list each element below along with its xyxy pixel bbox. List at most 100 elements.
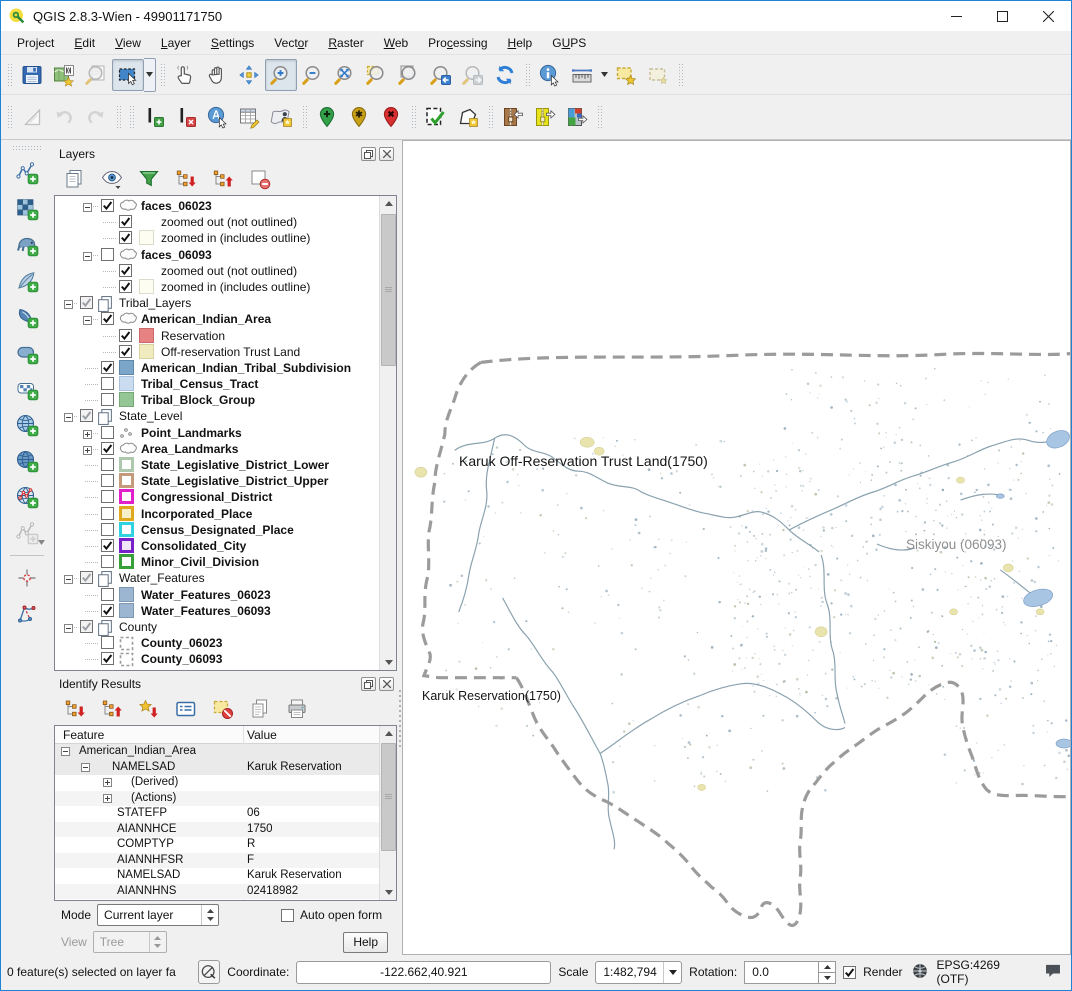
add-oracle-layer-button[interactable] xyxy=(10,335,44,371)
scrollbar-thumb[interactable] xyxy=(381,214,396,366)
collapse-icon[interactable] xyxy=(83,201,92,215)
form-view-button[interactable] xyxy=(172,695,200,723)
layer-row-county-06093[interactable]: County_06093 xyxy=(55,651,379,667)
map-notes-button[interactable] xyxy=(266,101,298,133)
scroll-down-icon[interactable] xyxy=(381,885,396,900)
layer-checkbox[interactable] xyxy=(80,409,93,422)
layers-scrollbar[interactable] xyxy=(379,196,396,670)
layer-checkbox[interactable] xyxy=(80,620,93,633)
toolbar-grip[interactable] xyxy=(524,62,531,88)
identify-row-aiannhns[interactable]: AIANNHNS02418982 xyxy=(55,884,379,900)
edit-pin-button[interactable] xyxy=(343,101,375,133)
zoom-out-button[interactable] xyxy=(297,59,329,91)
measure-line-button[interactable] xyxy=(566,59,598,91)
menu-web[interactable]: Web xyxy=(374,33,418,53)
identify-scrollbar[interactable] xyxy=(379,726,396,900)
layer-checkbox[interactable] xyxy=(101,555,114,568)
expand-new-results-button[interactable] xyxy=(135,695,163,723)
collapse-icon[interactable] xyxy=(64,411,73,425)
add-spatialite-layer-button[interactable] xyxy=(10,263,44,299)
chevron-down-icon[interactable] xyxy=(38,534,45,548)
maximize-button[interactable] xyxy=(979,1,1025,31)
render-checkbox[interactable] xyxy=(843,966,856,979)
identify-panel-float-button[interactable] xyxy=(361,677,376,691)
layer-row-zoomed-in-includes-outline-[interactable]: zoomed in (includes outline) xyxy=(55,279,379,295)
add-vector-layer-button[interactable] xyxy=(10,155,44,191)
menu-vector[interactable]: Vector xyxy=(264,33,318,53)
identify-features-button[interactable] xyxy=(534,59,566,91)
toolbar-grip[interactable] xyxy=(12,145,42,152)
stop-render-icon[interactable] xyxy=(198,960,221,984)
zoom-last-button[interactable] xyxy=(425,59,457,91)
add-wfs-layer-button[interactable] xyxy=(10,479,44,515)
topology-checker-button[interactable] xyxy=(10,596,44,632)
layer-row-water-features[interactable]: Water_Features xyxy=(55,570,379,586)
crs-label[interactable]: EPSG:4269 (OTF) xyxy=(937,958,1030,986)
identify-row--derived-[interactable]: (Derived) xyxy=(55,775,379,791)
mode-combo[interactable]: Current layer xyxy=(97,904,219,926)
scroll-up-icon[interactable] xyxy=(381,726,396,741)
layer-row-state-legislative-district-upper[interactable]: State_Legislative_District_Upper xyxy=(55,473,379,489)
add-postgis-layer-button[interactable] xyxy=(10,227,44,263)
collapse-results-button[interactable] xyxy=(98,695,126,723)
menu-settings[interactable]: Settings xyxy=(201,33,264,53)
layer-checkbox[interactable] xyxy=(101,539,114,552)
crs-globe-icon[interactable] xyxy=(910,961,930,984)
chevron-down-icon[interactable] xyxy=(598,59,610,91)
layers-panel-float-button[interactable] xyxy=(361,147,376,161)
layer-checkbox[interactable] xyxy=(101,588,114,601)
chevron-down-icon[interactable] xyxy=(144,58,156,92)
layer-checkbox[interactable] xyxy=(101,523,114,536)
check-geometry-button[interactable] xyxy=(420,101,452,133)
toolbar-grip[interactable] xyxy=(6,104,13,130)
layer-checkbox[interactable] xyxy=(101,377,114,390)
pan-to-selection-button[interactable] xyxy=(233,59,265,91)
layers-panel-close-button[interactable] xyxy=(379,147,394,161)
menu-help[interactable]: Help xyxy=(498,33,543,53)
identify-row-american-indian-area[interactable]: American_Indian_Area xyxy=(55,744,379,760)
layer-checkbox[interactable] xyxy=(119,329,132,342)
expand-results-button[interactable] xyxy=(61,695,89,723)
coordinate-input[interactable]: -122.662,40.921 xyxy=(296,961,551,984)
scroll-up-icon[interactable] xyxy=(381,196,396,211)
collapse-icon[interactable] xyxy=(61,747,70,759)
clear-results-button[interactable] xyxy=(209,695,237,723)
layer-row-zoomed-out-not-outlined-[interactable]: zoomed out (not outlined) xyxy=(55,214,379,230)
layer-row-american-indian-tribal-subdivision[interactable]: American_Indian_Tribal_Subdivision xyxy=(55,360,379,376)
save-edits-remove-button[interactable] xyxy=(170,101,202,133)
gups-import-button[interactable] xyxy=(497,101,529,133)
collapse-icon[interactable] xyxy=(83,314,92,328)
help-button[interactable]: Help xyxy=(343,932,388,953)
touch-zoom-button[interactable] xyxy=(169,59,201,91)
toolbar-grip[interactable] xyxy=(128,104,135,130)
select-features-by-area-button[interactable] xyxy=(610,59,642,91)
zoom-to-selection-button[interactable] xyxy=(361,59,393,91)
expand-all-button[interactable] xyxy=(172,165,200,193)
auto-open-form-checkbox[interactable] xyxy=(281,909,294,922)
layer-row-county-06023[interactable]: County_06023 xyxy=(55,635,379,651)
identify-row--actions-[interactable]: (Actions) xyxy=(55,791,379,807)
menu-raster[interactable]: Raster xyxy=(318,33,373,53)
attribute-table-button[interactable] xyxy=(234,101,266,133)
layer-row-area-landmarks[interactable]: Area_Landmarks xyxy=(55,441,379,457)
identify-row-statefp[interactable]: STATEFP06 xyxy=(55,806,379,822)
add-group-button[interactable] xyxy=(61,165,89,193)
layer-row-consolidated-city[interactable]: Consolidated_City xyxy=(55,538,379,554)
layer-row-zoomed-in-includes-outline-[interactable]: zoomed in (includes outline) xyxy=(55,230,379,246)
messages-bubble-icon[interactable] xyxy=(1043,962,1063,983)
add-mssql-layer-button[interactable] xyxy=(10,299,44,335)
toolbar-grip[interactable] xyxy=(115,104,122,130)
toolbar-grip[interactable] xyxy=(6,62,13,88)
layer-checkbox[interactable] xyxy=(119,280,132,293)
map-canvas[interactable]: Karuk Off-Reservation Trust Land(1750) S… xyxy=(402,140,1071,955)
layer-checkbox[interactable] xyxy=(101,604,114,617)
expand-icon[interactable] xyxy=(83,428,92,442)
add-raster-layer-button[interactable] xyxy=(10,191,44,227)
layer-checkbox[interactable] xyxy=(119,215,132,228)
collapse-icon[interactable] xyxy=(64,573,73,587)
layer-row-water-features-06023[interactable]: Water_Features_06023 xyxy=(55,587,379,603)
remove-layer-button[interactable] xyxy=(246,165,274,193)
spin-down-icon[interactable] xyxy=(819,973,835,983)
menu-project[interactable]: Project xyxy=(7,33,64,53)
layer-row-off-reservation-trust-land[interactable]: Off-reservation Trust Land xyxy=(55,344,379,360)
